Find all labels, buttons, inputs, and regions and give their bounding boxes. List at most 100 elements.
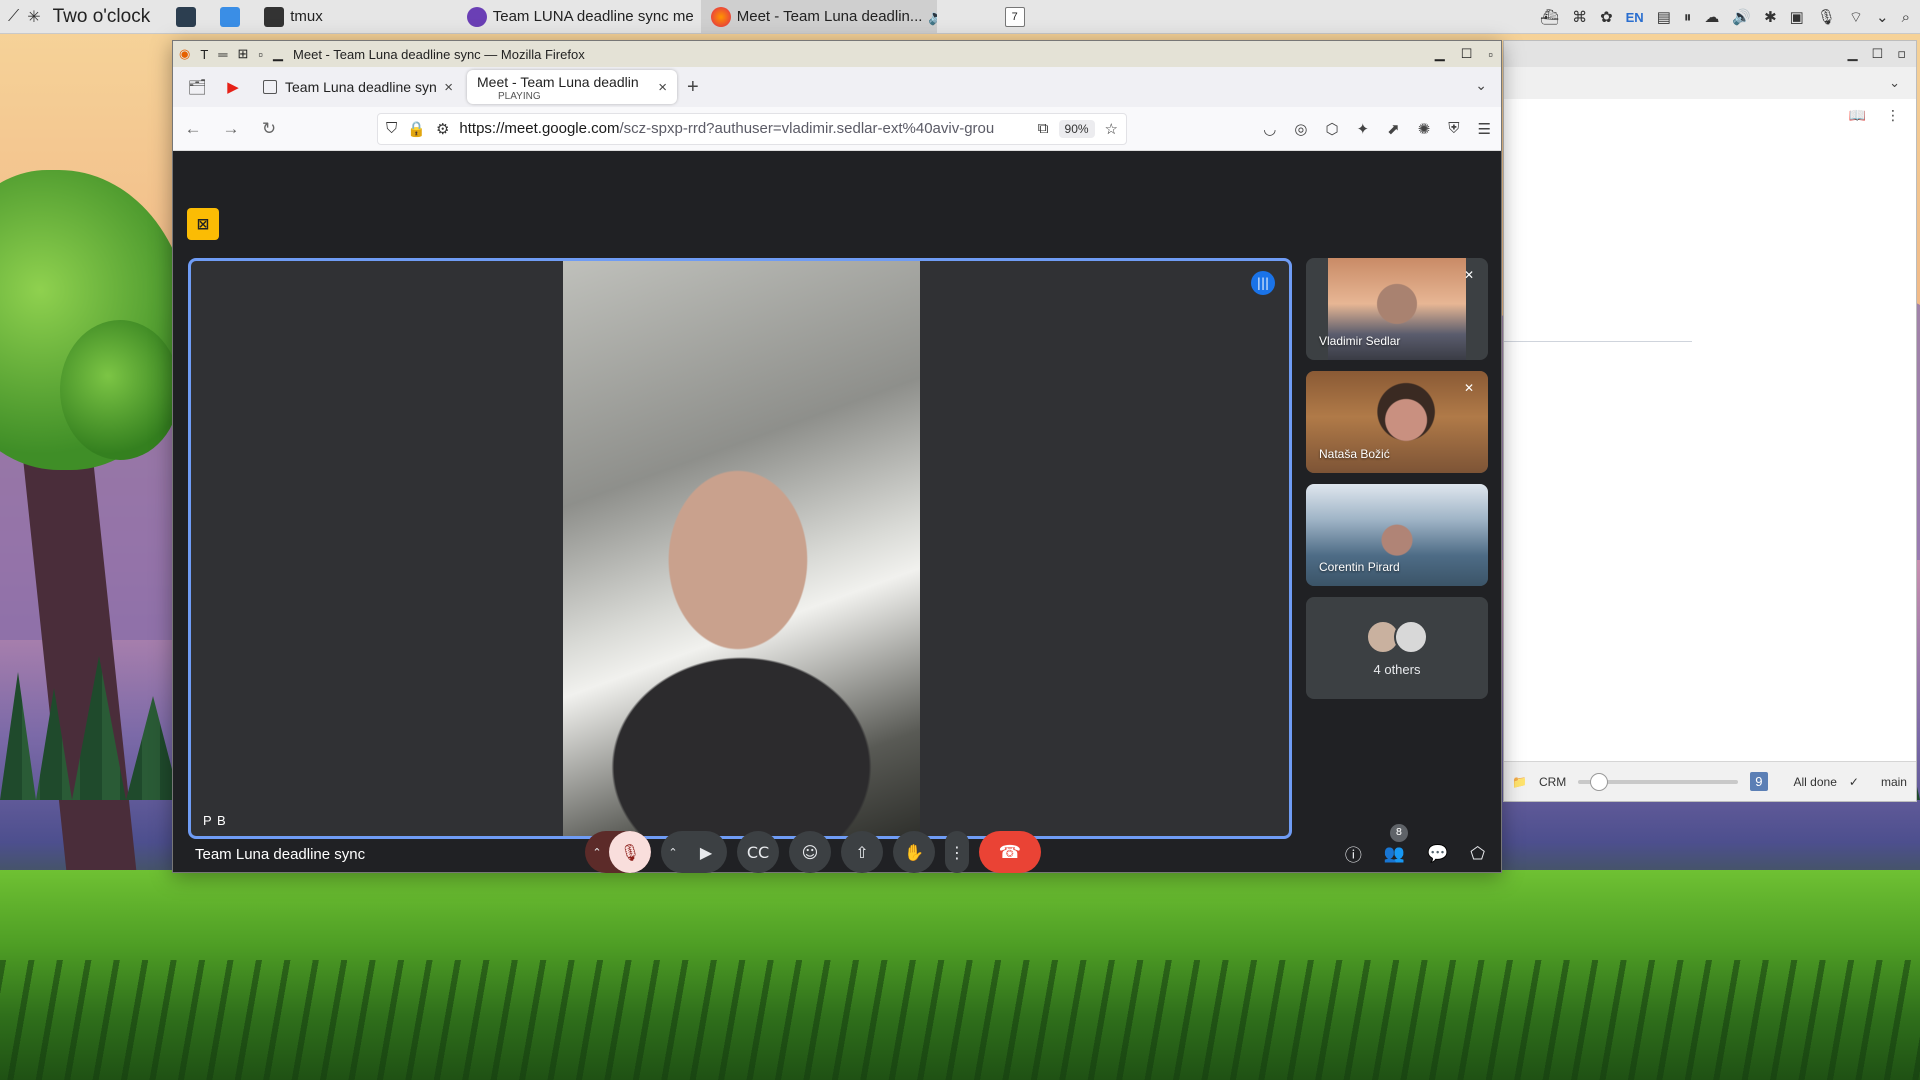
firefox-view-icon[interactable]: 🗂: [181, 71, 213, 103]
zoom-level[interactable]: 90%: [1058, 119, 1095, 138]
maximize-icon[interactable]: ☐: [1461, 46, 1473, 62]
list-all-tabs-icon[interactable]: ⌄: [1475, 77, 1487, 94]
display-icon[interactable]: ▣: [1790, 8, 1804, 26]
youtube-pinned-tab[interactable]: ▶: [217, 71, 249, 103]
forward-button[interactable]: →: [221, 119, 241, 139]
slider-knob[interactable]: [1590, 772, 1609, 791]
shield-extension-icon[interactable]: ⛨: [1448, 120, 1459, 138]
taskbar-task-label: Meet - Team Luna deadlin...: [736, 8, 923, 25]
minimize-icon[interactable]: ▁: [1435, 46, 1445, 62]
chevron-down-icon[interactable]: ⌄: [1876, 8, 1889, 26]
files-launcher[interactable]: [168, 0, 204, 33]
speaking-indicator-icon: |||: [1251, 271, 1275, 295]
participant-tile[interactable]: ✕ Nataša Božić: [1306, 371, 1488, 473]
permissions-icon[interactable]: ⚙: [436, 120, 449, 138]
calendar-launcher[interactable]: 7: [1004, 6, 1025, 27]
status-project[interactable]: CRM: [1539, 775, 1566, 789]
tab-meet[interactable]: Meet - Team Luna deadlin PLAYING ×: [467, 70, 677, 236]
meeting-details-icon[interactable]: ⓘ: [1345, 841, 1362, 866]
participant-name: Corentin Pirard: [1319, 560, 1400, 574]
participant-tile[interactable]: ✕ Vladimir Sedlar: [1306, 258, 1488, 360]
cloud-icon[interactable]: ☁: [1704, 8, 1719, 26]
search-icon[interactable]: ⌕: [1902, 9, 1910, 26]
captions-button[interactable]: CC: [737, 831, 779, 873]
network-share-icon[interactable]: ⌘: [1572, 8, 1587, 26]
share-icon[interactable]: ⬈: [1387, 120, 1400, 138]
menu-icon[interactable]: ═: [218, 47, 227, 62]
chevron-down-icon[interactable]: ⌄: [1889, 76, 1900, 91]
zoom-slider[interactable]: [1578, 772, 1739, 791]
maximize-icon[interactable]: ☐: [1872, 47, 1884, 62]
minimize-icon[interactable]: ▁: [1848, 47, 1858, 62]
close-icon[interactable]: ▫: [1897, 47, 1906, 62]
folder-icon: [220, 6, 241, 27]
chat-app-icon: [466, 6, 487, 27]
activities-icon[interactable]: ⬠: [1470, 844, 1485, 864]
account-icon[interactable]: ◎: [1294, 120, 1307, 138]
raise-hand-button[interactable]: ✋: [893, 831, 935, 873]
recording-indicator[interactable]: ⊠: [187, 208, 219, 240]
tab-label: Meet - Team Luna deadlin: [477, 74, 639, 90]
hamburger-menu-icon[interactable]: ☰: [1478, 120, 1491, 138]
clipboard-icon[interactable]: ▤: [1657, 8, 1671, 26]
mic-off-button[interactable]: 🎙: [609, 831, 651, 873]
microphone-icon[interactable]: 🎙: [1817, 8, 1836, 26]
bookmark-star-icon[interactable]: ☆: [1105, 120, 1118, 138]
others-tile[interactable]: 4 others: [1306, 597, 1488, 699]
pause-icon[interactable]: ⏸: [1684, 9, 1692, 26]
taskbar-app-tmux[interactable]: tmux: [256, 0, 331, 33]
extension-icon[interactable]: ✦: [1357, 120, 1370, 138]
avatar: [1394, 619, 1428, 654]
url-text[interactable]: https://meet.google.com/scz-spxp-rrd?aut…: [459, 120, 1027, 137]
window-icon: [176, 6, 197, 27]
picture-in-picture-icon[interactable]: ⧉: [1038, 120, 1049, 137]
ribbon-icon[interactable]: ✿: [1600, 8, 1613, 26]
leave-call-button[interactable]: ☎: [979, 831, 1041, 873]
branch-label[interactable]: main: [1881, 775, 1907, 789]
taskbar-task-chat[interactable]: Team LUNA deadline sync me...: [457, 0, 693, 33]
pin-icon[interactable]: ▫: [258, 47, 263, 62]
close-tab-icon[interactable]: ×: [444, 79, 453, 96]
taskbar-task-firefox[interactable]: Meet - Team Luna deadlin... 🔈: [700, 0, 937, 33]
emoji-reactions-button[interactable]: ☺: [789, 831, 831, 873]
participant-tile[interactable]: Corentin Pirard: [1306, 484, 1488, 586]
grid-icon[interactable]: ⊞: [238, 46, 249, 62]
reader-icon[interactable]: 📖: [1849, 108, 1866, 124]
present-button[interactable]: ⇧: [841, 831, 883, 873]
keyboard-layout[interactable]: EN: [1626, 10, 1644, 25]
camera-button[interactable]: ▶: [685, 831, 727, 873]
chat-icon[interactable]: 💬: [1427, 844, 1448, 864]
steam-icon[interactable]: ⛴: [1540, 8, 1559, 26]
tab-team-luna-doc[interactable]: Team Luna deadline sync ×: [253, 70, 463, 104]
lock-icon[interactable]: 🔒: [407, 120, 426, 138]
people-button[interactable]: 👥 8: [1384, 823, 1408, 864]
back-button[interactable]: ←: [183, 119, 203, 139]
mic-control: ⌃ 🎙: [585, 831, 651, 873]
background-window: ▁ ☐ ▫ ⌄ 📖 ⋮ 📁 CRM 9 All done ✓ main: [1503, 40, 1917, 802]
firefox-icon: [710, 6, 731, 27]
text-icon[interactable]: T: [200, 47, 208, 62]
more-options-button[interactable]: ⋮: [945, 831, 969, 873]
url-path: /scz-spxp-rrd?authuser=vladimir.sedlar-e…: [619, 120, 995, 137]
camera-control: ⌃ ▶: [661, 831, 727, 873]
app-menu-icon[interactable]: ⟋: [8, 8, 19, 26]
new-tab-button[interactable]: +: [687, 76, 699, 99]
wifi-icon[interactable]: ⌔: [1849, 8, 1863, 27]
folder-launcher[interactable]: [212, 0, 248, 33]
more-options-icon[interactable]: ⋮: [1886, 108, 1900, 124]
shade-icon[interactable]: ▁: [273, 46, 283, 62]
extensions-icon[interactable]: ⬡: [1325, 120, 1338, 138]
close-tab-icon[interactable]: ×: [658, 79, 667, 96]
pocket-icon[interactable]: ◡: [1263, 120, 1276, 138]
bug-icon[interactable]: ✺: [1418, 120, 1431, 138]
close-icon[interactable]: ▫: [1488, 47, 1493, 62]
video-options-icon[interactable]: ⌃: [661, 846, 685, 859]
clock[interactable]: Two o'clock: [53, 6, 151, 28]
url-bar[interactable]: ⛉ 🔒 ⚙ https://meet.google.com/scz-spxp-r…: [377, 112, 1127, 145]
shield-icon[interactable]: ⛉: [386, 120, 397, 137]
volume-icon[interactable]: 🔊: [1732, 8, 1751, 26]
audio-options-icon[interactable]: ⌃: [585, 846, 609, 859]
reload-button[interactable]: ↻: [259, 119, 279, 139]
bluetooth-icon[interactable]: ✱: [1764, 8, 1777, 26]
main-speaker-tile[interactable]: ||| P B: [188, 258, 1292, 839]
